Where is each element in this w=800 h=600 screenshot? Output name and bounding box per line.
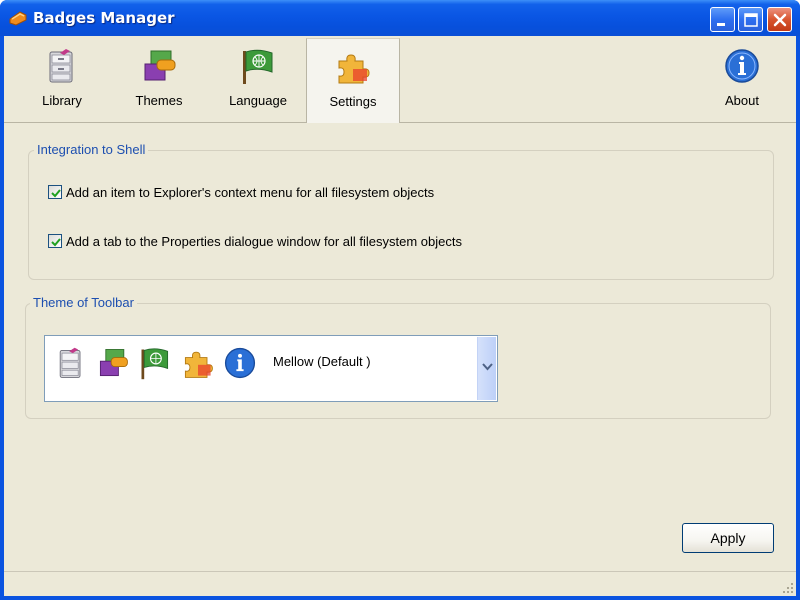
resize-grip-icon[interactable] bbox=[782, 582, 794, 594]
maximize-icon bbox=[744, 13, 758, 27]
settings-icon bbox=[338, 54, 370, 84]
settings-icon bbox=[184, 351, 213, 378]
minimize-button[interactable] bbox=[710, 7, 735, 32]
checkmark-icon bbox=[51, 189, 61, 198]
toolbar-themes[interactable]: Themes bbox=[116, 38, 202, 122]
library-icon bbox=[59, 347, 81, 378]
context-menu-option[interactable]: Add an item to Explorer's context menu f… bbox=[48, 184, 548, 202]
theme-dropdown-button[interactable] bbox=[477, 337, 496, 400]
toolbar-library-label: Library bbox=[42, 93, 82, 108]
toolbar-about[interactable]: About bbox=[704, 38, 780, 122]
properties-tab-label: Add a tab to the Properties dialogue win… bbox=[66, 234, 462, 249]
chevron-down-icon bbox=[482, 363, 493, 371]
library-icon bbox=[49, 49, 73, 83]
toolbar-language[interactable]: Language bbox=[210, 38, 306, 122]
themes-icon bbox=[144, 50, 176, 81]
toolbar-language-label: Language bbox=[229, 93, 287, 108]
toolbar-themes-label: Themes bbox=[135, 93, 183, 108]
maximize-button[interactable] bbox=[738, 7, 763, 32]
language-icon bbox=[243, 49, 273, 84]
theme-group-title: Theme of Toolbar bbox=[30, 295, 137, 310]
main-window: Badges Manager Library Themes Language S… bbox=[0, 0, 800, 600]
minimize-icon bbox=[717, 23, 725, 26]
title-bar[interactable]: Badges Manager bbox=[0, 0, 800, 36]
theme-select[interactable]: Mellow (Default ) bbox=[44, 335, 498, 402]
about-icon bbox=[725, 49, 759, 83]
context-menu-label: Add an item to Explorer's context menu f… bbox=[66, 185, 435, 200]
client-area: Library Themes Language Settings About I… bbox=[4, 36, 796, 596]
theme-selected-value: Mellow (Default ) bbox=[273, 354, 371, 369]
properties-tab-option[interactable]: Add a tab to the Properties dialogue win… bbox=[48, 233, 568, 251]
integration-group-title: Integration to Shell bbox=[34, 142, 149, 157]
close-icon bbox=[773, 13, 787, 27]
language-icon bbox=[141, 348, 169, 380]
close-button[interactable] bbox=[767, 7, 792, 32]
toolbar-library[interactable]: Library bbox=[22, 38, 102, 122]
properties-tab-checkbox[interactable] bbox=[48, 234, 62, 248]
integration-group bbox=[28, 150, 774, 280]
status-bar bbox=[4, 571, 796, 596]
themes-icon bbox=[99, 349, 128, 377]
toolbar-settings[interactable]: Settings bbox=[306, 38, 400, 123]
window-frame-bottom bbox=[0, 596, 800, 600]
toolbar-about-label: About bbox=[725, 93, 759, 108]
about-icon bbox=[224, 347, 256, 379]
badge-app-icon bbox=[9, 11, 27, 26]
window-title: Badges Manager bbox=[33, 9, 175, 27]
checkmark-icon bbox=[51, 238, 61, 247]
toolbar-settings-label: Settings bbox=[329, 94, 377, 109]
context-menu-checkbox[interactable] bbox=[48, 185, 62, 199]
apply-button[interactable]: Apply bbox=[682, 523, 774, 553]
main-toolbar: Library Themes Language Settings About bbox=[4, 36, 796, 123]
